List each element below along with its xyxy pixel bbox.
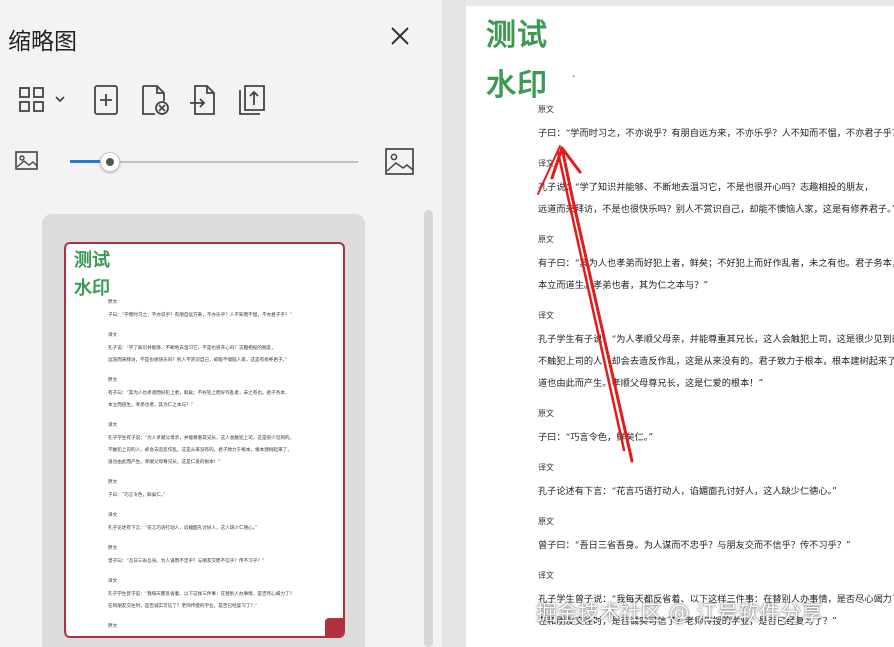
paragraph-line: 道也由此而产生。孝顺父母尊兄长，这是仁爱的根本！” (538, 378, 764, 389)
paragraph-line: 不触犯上司的人，却会去造反作乱，这是从来没有的。君子致力于根本，根本建树起来了， (108, 448, 292, 453)
section-label: 译文 (108, 513, 118, 518)
paragraph-line: 道也由此而产生。孝顺父母尊兄长，这是仁爱的根本！” (108, 460, 221, 465)
selection-corner-marker (325, 618, 343, 636)
section-label: 译文 (538, 311, 554, 320)
section-label: 译文 (538, 571, 554, 580)
thumbnail-watermark-line1: 测试 (74, 250, 110, 271)
paragraph-line: 远道而来拜访，不是也很快乐吗？别人不赏识自己，却能不懊恼人家，这是有修养君子。” (108, 358, 288, 363)
extract-page-button[interactable] (236, 83, 270, 117)
paragraph-line: 孔子学生曾子说：“我每天都反省着、以下这样三件事：在替别人办事情，是否尽心竭力了… (108, 592, 295, 597)
zoom-out-button[interactable] (14, 149, 40, 177)
watermark-mark: · (572, 70, 576, 83)
replace-page-button[interactable] (186, 83, 220, 117)
paragraph-line: 子曰：“学而时习之，不亦说乎？有朋自远方来，不亦乐乎？人不知而不愠，不亦君子乎？… (108, 313, 292, 318)
paragraph-line: 孔子说：“学了知识并能够、不断地去温习它，不是也很开心吗？志趣相投的朋友， (538, 182, 874, 193)
section-label: 原文 (108, 378, 118, 383)
close-icon (391, 27, 409, 45)
paragraph-line: 孔子论述有下言：“花言巧语打动人，谄媚面孔讨好人，这人缺少仁德心。” (538, 486, 837, 497)
section-label: 译文 (538, 159, 554, 168)
paragraph-line: 有子曰：“其为人也孝弟而好犯上者，鲜矣；不好犯上而好作乱者，未之有也。君子务本， (108, 391, 290, 396)
section-label: 译文 (108, 423, 118, 428)
thumbnail-scrollbar[interactable] (424, 210, 433, 647)
delete-page-icon (142, 85, 169, 115)
delete-page-button[interactable] (138, 83, 172, 117)
document-gutter (442, 0, 466, 647)
grid-view-icon (19, 87, 65, 112)
paragraph-line: 子曰：“学而时习之，不亦说乎？有朋自远方来，不亦乐乎？人不知而不愠，不亦君子乎？… (538, 128, 894, 139)
large-image-icon (385, 148, 414, 175)
section-label: 原文 (108, 480, 118, 485)
paragraph-line: 曾子曰：“吾日三省吾身。为人谋而不忠乎？与朋友交而不信乎？传不习乎？” (108, 559, 265, 564)
watermark-line1: 测试 (486, 18, 548, 53)
paragraph-line: 孔子学生有子说：“为人孝顺父母亲，并能尊重其兄长，这人会触犯上司，这是很少见到的… (108, 436, 295, 441)
paragraph-line: 子曰：“巧言令色，鲜矣仁。” (538, 432, 654, 443)
insert-page-icon (94, 85, 118, 115)
panel-title: 缩略图 (8, 29, 77, 55)
replace-page-icon (190, 85, 215, 115)
paragraph-line: 孔子学生有子说：“为人孝顺父母亲，并能尊重其兄长，这人会触犯上司，这是很少见到的… (538, 334, 894, 345)
slider-handle[interactable] (100, 152, 121, 172)
paragraph-line: 子曰：“巧言令色，鲜矣仁。” (108, 493, 166, 498)
paragraph-line: 本立而道生。孝弟也者，其为仁之本与？” (538, 280, 709, 291)
paragraph-line: 孔子说：“学了知识并能够、不断地去温习它，不是也很开心吗？志趣相投的朋友， (108, 346, 276, 351)
thumbnail-watermark-line2: 水印 (74, 278, 110, 299)
section-label: 原文 (108, 624, 118, 629)
paragraph-line: 本立而道生。孝弟也者，其为仁之本与？” (108, 403, 194, 408)
small-image-icon (15, 151, 38, 170)
section-label: 译文 (108, 579, 118, 584)
paragraph-line: 曾子曰：“吾日三省吾身。为人谋而不忠乎？与朋友交而不信乎？传不习乎？” (538, 540, 851, 551)
footer-watermark: 掘金技术社区 @ 江号软件分享 (536, 601, 823, 625)
close-panel-button[interactable] (386, 22, 414, 50)
zoom-slider[interactable] (70, 152, 358, 172)
paragraph-line: 远道而来拜访，不是也很快乐吗？别人不赏识自己，却能不懊恼人家，这是有修养君子。” (538, 204, 894, 215)
paragraph-line: 在和朋友交往时，是否诚实可信了？老师传授的学业，是否已经复习了？” (108, 604, 258, 609)
section-label: 原文 (538, 235, 554, 244)
section-label: 原文 (108, 300, 118, 305)
section-label: 原文 (108, 546, 118, 551)
paragraph-line: 孔子论述有下言：“花言巧语打动人，谄媚面孔讨好人，这人缺少仁德心。” (108, 526, 258, 531)
paragraph-line: 不触犯上司的人，却会去造反作乱，这是从来没有的。君子致力于根本，根本建树起来了， (538, 356, 894, 367)
section-label: 译文 (108, 333, 118, 338)
watermark-line2: 水印 (486, 68, 548, 103)
zoom-in-button[interactable] (384, 147, 416, 181)
extract-page-icon (239, 85, 265, 115)
grid-view-button[interactable] (16, 83, 70, 117)
section-label: 原文 (538, 105, 554, 114)
thumbnail-panel: 缩略图 测试 水印 原文 子曰：“学而时习之，不亦说乎？有朋自远方来，不亦乐乎？… (0, 0, 442, 647)
section-label: 原文 (538, 409, 554, 418)
thumbnail-list: 测试 水印 原文子曰：“学而时习之，不亦说乎？有朋自远方来，不亦乐乎？人不知而不… (42, 214, 365, 647)
app-window: 缩略图 测试 水印 原文 子曰：“学而时习之，不亦说乎？有朋自远方来，不亦乐乎？… (0, 0, 894, 647)
page-thumbnail[interactable]: 测试 水印 原文子曰：“学而时习之，不亦说乎？有朋自远方来，不亦乐乎？人不知而不… (64, 242, 345, 638)
section-label: 原文 (538, 517, 554, 526)
document-page: 测试 水印 · 原文子曰：“学而时习之，不亦说乎？有朋自远方来，不亦乐乎？人不知… (466, 6, 894, 647)
paragraph-line: 有子曰：“其为人也孝弟而好犯上者，鲜矣；不好犯上而好作乱者，未之有也。君子务本， (538, 258, 894, 269)
insert-page-button[interactable] (90, 83, 124, 117)
section-label: 译文 (538, 463, 554, 472)
